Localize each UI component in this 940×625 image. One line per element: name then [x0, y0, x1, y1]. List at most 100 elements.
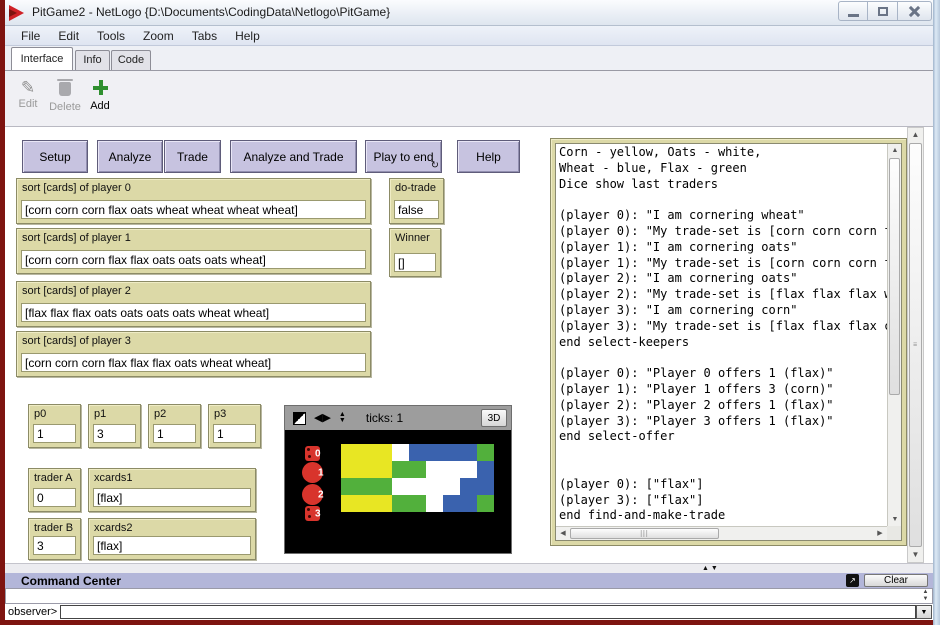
patch-B — [460, 478, 477, 495]
patch-G — [477, 495, 494, 512]
monitor-label: do-trade — [390, 179, 443, 196]
add-tool-label: Add — [85, 100, 115, 112]
setup-button[interactable]: Setup — [22, 140, 88, 173]
delete-tool[interactable]: Delete — [45, 80, 85, 113]
scrollbar-thumb[interactable]: ≡ — [909, 143, 922, 547]
scrollbar-thumb[interactable]: ||| — [570, 528, 719, 539]
menu-help[interactable]: Help — [226, 27, 269, 45]
scroll-down-icon[interactable]: ▼ — [888, 513, 902, 526]
delete-tool-label: Delete — [45, 101, 85, 113]
expand-command-center-button[interactable]: ↗ — [846, 574, 859, 587]
monitor-xcards1: xcards1 [flax] — [88, 468, 256, 512]
monitor-winner: Winner [] — [389, 228, 441, 277]
patch-W — [409, 478, 426, 495]
output-text-area: Corn - yellow, Oats - white, Wheat - blu… — [556, 144, 887, 526]
trade-button[interactable]: Trade — [164, 140, 221, 173]
monitor-label: p1 — [89, 405, 140, 422]
monitor-value: 3 — [33, 536, 76, 555]
agent-type-dropdown[interactable]: ▼ — [916, 605, 932, 619]
patch-W — [443, 478, 460, 495]
resize-view-icon[interactable] — [293, 412, 306, 425]
close-button[interactable] — [898, 1, 932, 21]
output-horizontal-scrollbar[interactable]: ◀ ||| ▶ — [556, 526, 887, 540]
monitor-value: 1 — [213, 424, 256, 443]
patch-W — [426, 478, 443, 495]
mini-scroll-arrows[interactable]: ▲▼ — [920, 589, 931, 603]
scroll-left-icon[interactable]: ◀ — [556, 527, 570, 540]
monitor-label: trader A — [29, 469, 80, 486]
help-button[interactable]: Help — [457, 140, 520, 173]
menu-bar: File Edit Tools Zoom Tabs Help — [5, 26, 933, 46]
horizontal-arrows-icon[interactable]: ◀▶ — [314, 413, 331, 424]
analyze-button-label: Analyze — [109, 150, 152, 164]
minimize-button[interactable] — [838, 1, 868, 21]
vertical-arrows-icon[interactable]: ▲▼ — [339, 412, 346, 424]
analyze-and-trade-button[interactable]: Analyze and Trade — [230, 140, 357, 173]
monitor-label: Winner — [390, 229, 440, 246]
menu-edit[interactable]: Edit — [49, 27, 88, 45]
play-to-end-button[interactable]: Play to end ↻ — [365, 140, 442, 173]
monitor-value: 1 — [153, 424, 196, 443]
splitter-arrows-icon[interactable]: ▲▼ — [702, 565, 720, 572]
view-3d-button[interactable]: 3D — [481, 409, 507, 427]
clear-button[interactable]: Clear — [864, 574, 928, 587]
monitor-label: sort [cards] of player 1 — [17, 229, 370, 246]
trade-button-label: Trade — [177, 150, 208, 164]
patch-B — [426, 444, 443, 461]
canvas-vertical-scrollbar[interactable]: ▲ ≡ ▼ — [907, 127, 924, 563]
add-tool[interactable]: Add — [85, 80, 115, 112]
scroll-down-icon[interactable]: ▼ — [908, 548, 923, 562]
monitor-value: 3 — [93, 424, 136, 443]
play-to-end-button-label: Play to end — [373, 150, 433, 164]
menu-tools[interactable]: Tools — [88, 27, 134, 45]
scrollbar-corner — [887, 526, 901, 540]
patch-B — [443, 495, 460, 512]
output-vertical-scrollbar[interactable]: ▲ ▼ — [887, 144, 901, 526]
patch-W — [426, 495, 443, 512]
pencil-icon: ✎ — [21, 78, 35, 97]
netlogo-app-icon — [9, 5, 24, 21]
patch-W — [426, 461, 443, 478]
monitor-player0-cards: sort [cards] of player 0 [corn corn corn… — [16, 178, 371, 224]
scroll-right-icon[interactable]: ▶ — [873, 527, 887, 540]
monitor-value: [] — [394, 253, 436, 272]
patch-B — [409, 444, 426, 461]
patch-G — [392, 461, 409, 478]
command-center-splitter[interactable]: ▲▼ — [5, 563, 933, 573]
menu-zoom[interactable]: Zoom — [134, 27, 183, 45]
command-center-output: ▲▼ — [5, 588, 933, 604]
patch-B — [477, 461, 494, 478]
menu-file[interactable]: File — [12, 27, 49, 45]
patch-G — [409, 495, 426, 512]
tab-row: Interface Info Code — [5, 46, 933, 70]
help-button-label: Help — [476, 150, 501, 164]
monitor-trader-a: trader A 0 — [28, 468, 81, 512]
monitor-p3: p3 1 — [208, 404, 261, 448]
analyze-button[interactable]: Analyze — [97, 140, 163, 173]
command-input[interactable] — [60, 605, 916, 619]
window-border-left — [0, 0, 5, 625]
command-center-title: Command Center — [21, 574, 121, 588]
patch-W — [392, 444, 409, 461]
scroll-up-icon[interactable]: ▲ — [908, 128, 923, 142]
menu-tabs[interactable]: Tabs — [183, 27, 226, 45]
world-view-widget: ◀▶ ▲▼ ticks: 1 3D 0123 — [284, 405, 512, 554]
window-controls — [838, 1, 932, 21]
output-text: Corn - yellow, Oats - white, Wheat - blu… — [559, 145, 884, 524]
output-widget: Corn - yellow, Oats - white, Wheat - blu… — [550, 138, 907, 546]
monitor-label: sort [cards] of player 2 — [17, 282, 370, 299]
scrollbar-thumb[interactable] — [889, 158, 900, 395]
edit-tool[interactable]: ✎ Edit — [13, 80, 43, 110]
maximize-button[interactable] — [868, 1, 898, 21]
tab-code[interactable]: Code — [111, 50, 151, 70]
monitor-value: [corn corn corn flax oats wheat wheat wh… — [21, 200, 366, 219]
monitor-value: [flax] — [93, 488, 251, 507]
scroll-up-icon[interactable]: ▲ — [888, 144, 902, 157]
turtle-column: 0123 — [300, 446, 324, 521]
tab-info[interactable]: Info — [75, 50, 110, 70]
tab-interface[interactable]: Interface — [11, 47, 73, 70]
monitor-value: [corn corn corn flax flax flax oats whea… — [21, 353, 366, 372]
world-canvas[interactable]: 0123 — [285, 430, 511, 553]
monitor-value: [flax flax flax oats oats oats oats whea… — [21, 303, 366, 322]
monitor-label: p3 — [209, 405, 260, 422]
